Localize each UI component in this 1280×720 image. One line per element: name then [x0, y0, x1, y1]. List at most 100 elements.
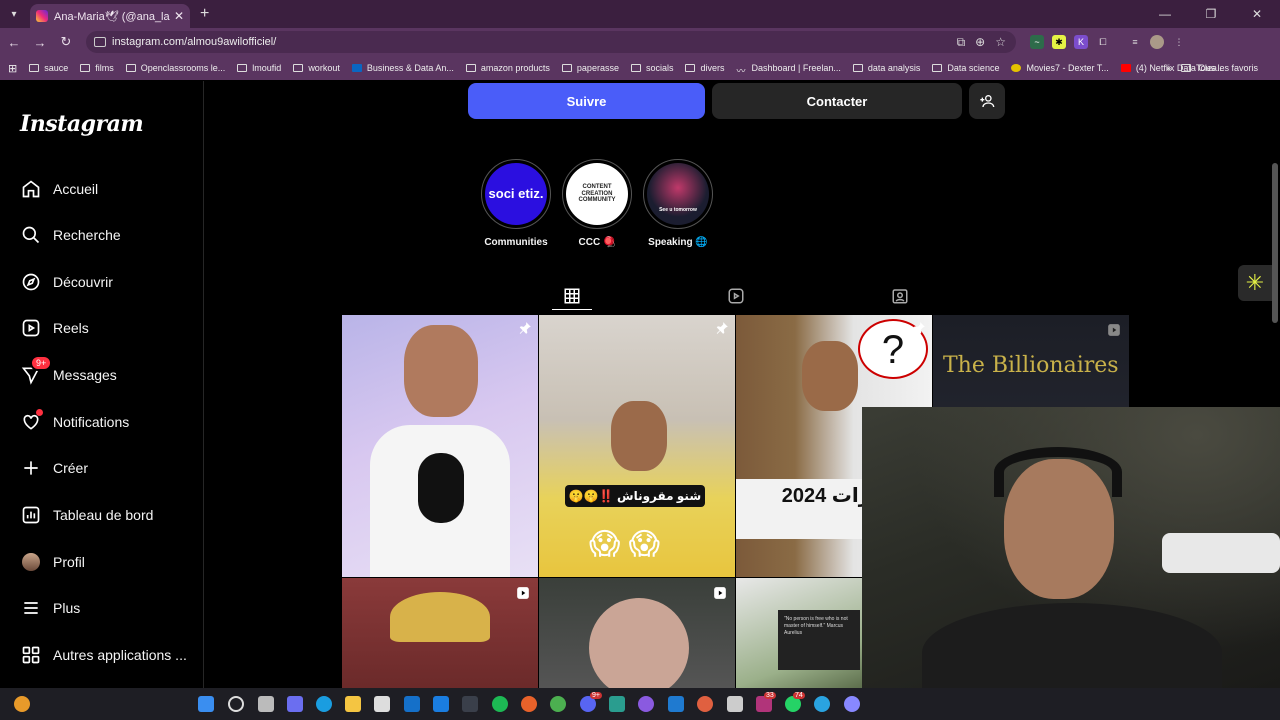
sidebar-item-notifications[interactable]: Notifications	[20, 409, 129, 434]
post-tile[interactable]	[539, 578, 735, 688]
sidebar-item-profil[interactable]: Profil	[20, 550, 85, 574]
store-icon[interactable]	[374, 696, 390, 712]
contact-button[interactable]: Contacter	[712, 83, 962, 119]
pinned-icon	[913, 322, 925, 334]
sidebar-item-recherche[interactable]: Recherche	[20, 223, 121, 247]
more-bookmarks-icon[interactable]: »	[1166, 63, 1171, 73]
post-tile[interactable]: شنو مقروناش ‼️🤫🤫 😱 😱	[539, 315, 735, 577]
extensions-puzzle-icon[interactable]: ⧠	[1096, 35, 1110, 49]
weather-icon[interactable]	[14, 696, 30, 712]
sidebar-item-decouvrir[interactable]: Découvrir	[20, 270, 113, 294]
app-icon[interactable]	[844, 696, 860, 712]
extension-icon[interactable]: ~	[1030, 35, 1044, 49]
close-window-button[interactable]: ✕	[1234, 0, 1280, 28]
apps-grid-icon[interactable]: ⊞	[8, 62, 17, 75]
suggest-people-button[interactable]	[969, 83, 1005, 119]
windows-start-icon[interactable]	[198, 696, 214, 712]
browser-tab[interactable]: Ana-Maria🕊 (@ana_lassalle) • Ph ✕	[30, 4, 190, 28]
dropbox-icon[interactable]	[433, 696, 449, 712]
discord-badge: 9+	[590, 692, 602, 699]
url-field[interactable]: instagram.com/almou9awilofficiel/ ⧉ ⊕ ☆	[86, 31, 1016, 53]
bookmark-item[interactable]: Openclassrooms le...	[125, 63, 225, 73]
vscode-icon[interactable]	[668, 696, 684, 712]
post-tile[interactable]	[342, 315, 538, 577]
task-view-icon[interactable]	[258, 696, 274, 712]
tab-reels[interactable]	[716, 282, 756, 310]
search-icon[interactable]	[228, 696, 244, 712]
bookmark-item[interactable]: paperasse	[561, 63, 619, 73]
bookmark-item[interactable]: films	[80, 63, 114, 73]
zoom-icon[interactable]: ⊕	[975, 35, 985, 50]
teams-icon[interactable]	[287, 696, 303, 712]
chrome-icon[interactable]	[550, 696, 566, 712]
site-info-icon[interactable]	[94, 37, 106, 47]
bookmark-item[interactable]: sauce	[29, 63, 68, 73]
bookmarks-bar: ⊞ sauce films Openclassrooms le... lmouf…	[0, 56, 1280, 80]
bookmark-item[interactable]: data analysis	[852, 63, 920, 73]
minimize-button[interactable]: —	[1142, 0, 1188, 28]
new-tab-button[interactable]: +	[200, 5, 209, 23]
whatsapp-badge: 74	[793, 692, 805, 699]
app-icon[interactable]	[697, 696, 713, 712]
app-icon[interactable]	[462, 696, 478, 712]
messages-badge: 9+	[30, 355, 53, 371]
instagram-logo[interactable]: Instagram	[20, 111, 144, 137]
shocked-emoji-icon: 😱 😱	[589, 528, 660, 561]
follow-button[interactable]: Suivre	[468, 83, 705, 119]
bookmark-item[interactable]: lmoufid	[237, 63, 281, 73]
close-tab-icon[interactable]: ✕	[174, 9, 184, 23]
tab-title: Ana-Maria🕊 (@ana_lassalle) • Ph	[54, 10, 170, 23]
tab-tagged[interactable]	[880, 282, 920, 310]
highlight-communities[interactable]: soci etiz. Communities	[479, 159, 553, 248]
reading-list-icon[interactable]: ≡	[1128, 35, 1142, 49]
sidebar-item-autres-applications[interactable]: Autres applications ...	[20, 643, 187, 667]
firefox-icon[interactable]	[521, 696, 537, 712]
install-app-icon[interactable]: ⧉	[957, 35, 966, 50]
browser-menu-icon[interactable]: ⋮	[1172, 35, 1186, 49]
bookmark-item[interactable]: workout	[293, 63, 340, 73]
file-explorer-icon[interactable]	[345, 696, 361, 712]
sidebar-item-reels[interactable]: Reels	[20, 316, 89, 340]
profile-avatar-icon[interactable]	[1150, 35, 1164, 49]
restore-button[interactable]: ❐	[1188, 0, 1234, 28]
app-icon[interactable]	[727, 696, 743, 712]
sidebar-item-tableau-de-bord[interactable]: Tableau de bord	[20, 503, 153, 527]
highlight-ccc[interactable]: CONTENT CREATION COMMUNITY CCC 🪀	[560, 159, 634, 248]
bookmark-item[interactable]: socials	[630, 63, 673, 73]
bookmark-item[interactable]: amazon products	[465, 63, 550, 73]
all-bookmarks-folder[interactable]: Tous les favoris	[1180, 63, 1258, 73]
sidebar-item-creer[interactable]: Créer	[20, 456, 88, 480]
bookmark-item[interactable]: Data science	[932, 63, 999, 73]
bookmark-item[interactable]: divers	[685, 63, 724, 73]
webcam-overlay	[862, 407, 1280, 688]
window-controls: — ❐ ✕	[1142, 0, 1280, 28]
bookmark-star-icon[interactable]: ☆	[995, 35, 1006, 50]
bookmark-item[interactable]: 〰 Dashboard | Freelan...	[736, 63, 840, 76]
app-icon[interactable]	[609, 696, 625, 712]
extension-icon[interactable]: K	[1074, 35, 1088, 49]
page-scrollbar[interactable]	[1272, 163, 1278, 323]
reload-button[interactable]: ↻	[54, 30, 78, 54]
sidebar-item-accueil[interactable]: Accueil	[20, 177, 98, 201]
sidebar-item-messages[interactable]: 9+ Messages	[20, 355, 117, 387]
extension-icon[interactable]: ✱	[1052, 35, 1066, 49]
highlight-caption: Communities	[484, 237, 548, 248]
side-extension-widget[interactable]: ✳	[1238, 265, 1272, 301]
spotify-icon[interactable]	[492, 696, 508, 712]
bookmark-item[interactable]: Movies7 - Dexter T...	[1011, 63, 1109, 73]
highlight-speaking[interactable]: See u tomorrow Speaking 🌐	[641, 159, 715, 248]
microphone-icon	[418, 453, 464, 523]
messenger-icon[interactable]	[638, 696, 654, 712]
instagram-badge: 33	[764, 692, 776, 699]
outlook-icon[interactable]	[404, 696, 420, 712]
back-button[interactable]: ←	[2, 30, 26, 54]
telegram-icon[interactable]	[814, 696, 830, 712]
tab-posts[interactable]	[552, 282, 592, 310]
edge-icon[interactable]	[316, 696, 332, 712]
sidebar-item-plus[interactable]: Plus	[20, 596, 80, 620]
post-tile[interactable]	[342, 578, 538, 688]
notification-dot	[36, 409, 43, 416]
bookmark-item[interactable]: Business & Data An...	[351, 63, 454, 73]
tab-list-button[interactable]: ▾	[4, 4, 24, 24]
forward-button[interactable]: →	[28, 30, 52, 54]
